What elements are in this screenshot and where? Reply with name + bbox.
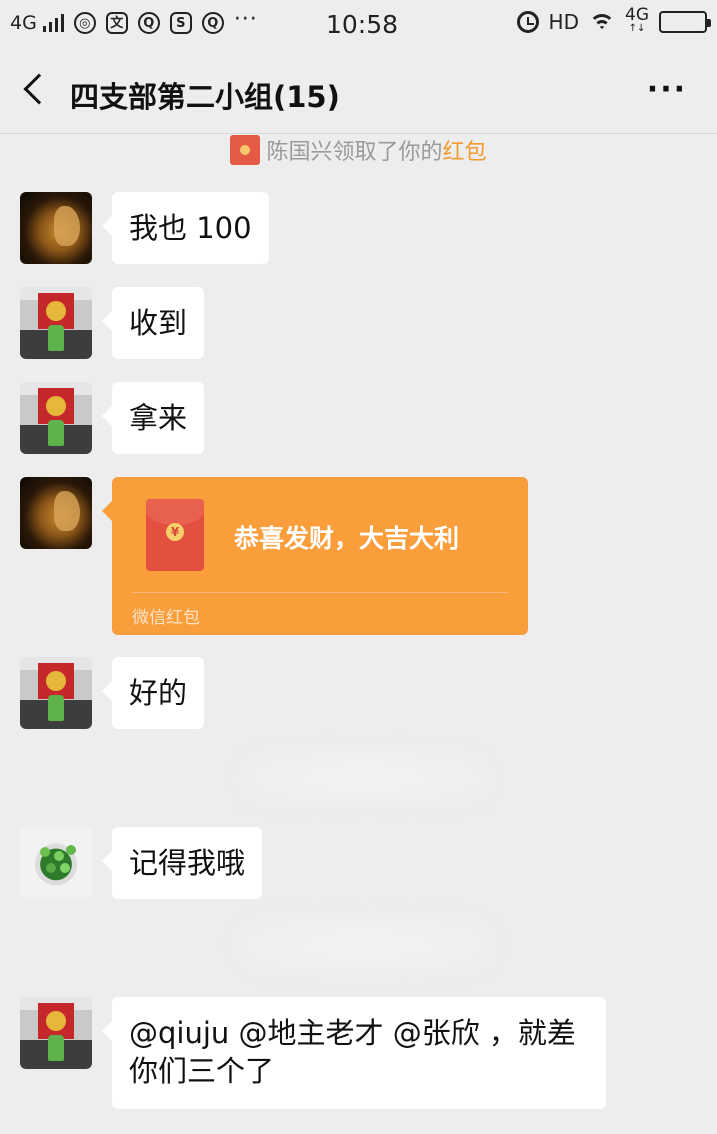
message-bubble[interactable]: 记得我哦 bbox=[101, 827, 263, 899]
avatar[interactable] bbox=[20, 192, 92, 264]
red-packet-label: 微信红包 bbox=[132, 608, 200, 628]
blurred-area bbox=[240, 750, 490, 805]
avatar[interactable] bbox=[20, 657, 92, 729]
network-4g-icon: 4G ↑↓ bbox=[625, 5, 649, 35]
hd-label: HD bbox=[548, 10, 579, 34]
avatar[interactable] bbox=[20, 287, 92, 359]
translate-icon: 文 bbox=[105, 12, 128, 34]
qq-icon: Q bbox=[137, 12, 160, 34]
notice-link[interactable]: 红包 bbox=[443, 140, 487, 165]
back-arrow-icon[interactable] bbox=[23, 73, 55, 105]
message-bubble[interactable]: 好的 bbox=[101, 657, 205, 729]
avatar[interactable] bbox=[20, 477, 92, 549]
status-right: HD 4G ↑↓ bbox=[516, 5, 711, 36]
system-notice: 陈国兴领取了你的红包 bbox=[0, 134, 717, 166]
chat-header: 四支部第二小组(15) ··· bbox=[0, 50, 717, 134]
avatar[interactable] bbox=[20, 997, 92, 1069]
message-bubble[interactable]: 拿来 bbox=[101, 382, 205, 454]
notice-text: 陈国兴领取了你的 bbox=[266, 140, 443, 165]
search-app-icon: Q bbox=[201, 12, 224, 34]
battery-icon bbox=[659, 11, 711, 33]
more-options-button[interactable]: ··· bbox=[647, 72, 687, 107]
chat-title: 四支部第二小组(15) bbox=[70, 80, 340, 114]
red-packet-greeting: 恭喜发财，大吉大利 bbox=[234, 524, 460, 553]
coin-icon: ¥ bbox=[166, 523, 184, 541]
message-bubble[interactable]: 收到 bbox=[101, 287, 205, 359]
message-bubble[interactable]: @qiuju @地主老才 @张欣 ，就差你们三个了 bbox=[102, 997, 606, 1109]
blurred-area bbox=[235, 915, 495, 975]
divider bbox=[132, 592, 508, 593]
wifi-icon bbox=[589, 12, 615, 32]
alarm-icon bbox=[516, 11, 539, 33]
avatar[interactable] bbox=[20, 382, 92, 454]
status-bar: 4G ◎ 文 Q S Q ··· 10:58 HD 4G ↑↓ bbox=[0, 0, 717, 50]
signal-icon bbox=[42, 14, 64, 32]
message-bubble[interactable]: 我也 100 bbox=[102, 192, 269, 264]
red-packet-icon bbox=[230, 135, 261, 165]
status-left: 4G ◎ 文 Q S Q ··· bbox=[10, 7, 258, 34]
more-notifications-icon: ··· bbox=[233, 6, 258, 32]
network-label: 4G bbox=[10, 12, 37, 34]
sim-s-icon: S bbox=[169, 12, 192, 34]
clock-time: 10:58 bbox=[326, 10, 399, 39]
globe-icon: ◎ bbox=[73, 12, 96, 34]
red-packet-card[interactable]: ¥ 恭喜发财，大吉大利 微信红包 bbox=[102, 477, 528, 635]
red-envelope-icon: ¥ bbox=[146, 499, 204, 571]
avatar[interactable] bbox=[20, 827, 92, 899]
